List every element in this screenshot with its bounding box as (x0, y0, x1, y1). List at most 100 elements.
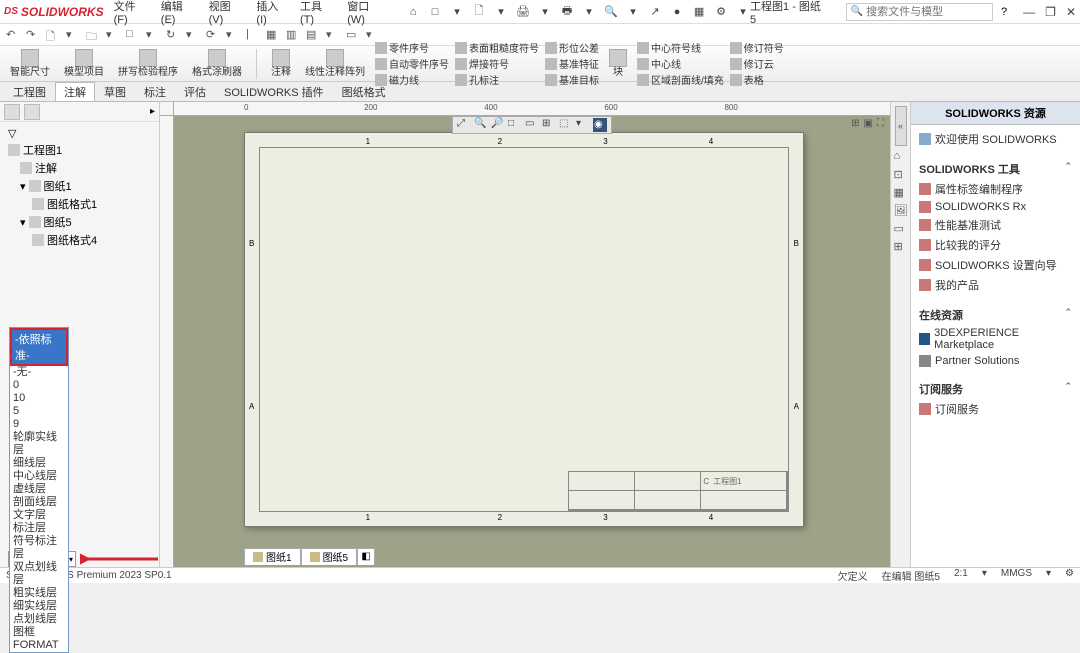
refresh-icon[interactable]: ⟳ (206, 28, 220, 42)
layer-option-0[interactable]: 0 (10, 379, 68, 392)
record-icon[interactable]: ● (670, 5, 684, 19)
help-icon[interactable]: ? (1001, 6, 1007, 18)
rebuild-icon[interactable]: ↻ (166, 28, 180, 42)
home-icon[interactable]: ⌂ (894, 150, 908, 164)
ribbon-revision-symbol[interactable]: 修订符号 (730, 40, 784, 55)
grid-icon[interactable]: ▦ (692, 5, 706, 19)
hide-icon[interactable]: ⬚ (559, 118, 573, 132)
redo-icon[interactable]: ↷ (26, 28, 40, 42)
subscription-heading[interactable]: 订阅服务⌃ (919, 377, 1072, 399)
layer-option-outline[interactable]: 轮廓实线层 (10, 431, 68, 457)
ribbon-datum-target[interactable]: 基准目标 (545, 72, 599, 87)
status-units[interactable]: MMGS (1001, 568, 1032, 583)
tool-benchmark[interactable]: 性能基准测试 (919, 215, 1072, 235)
dropdown-icon[interactable]: ▾ (226, 28, 240, 42)
add-sheet-button[interactable]: ◧ (357, 548, 375, 565)
ribbon-balloon[interactable]: 零件序号 (375, 40, 449, 55)
close-icon[interactable]: ✕ (1066, 5, 1076, 19)
apply-scene-icon[interactable]: ◉ (593, 118, 607, 132)
search-box[interactable]: 🔍 (846, 3, 993, 21)
menu-insert[interactable]: 插入(I) (256, 0, 288, 26)
dropdown-icon[interactable]: ▾ (494, 5, 508, 19)
tool-settings-wizard[interactable]: SOLIDWORKS 设置向导 (919, 255, 1072, 275)
zoom-area-icon[interactable]: □ (508, 118, 522, 132)
layer-option-dashdot[interactable]: 点划线层 (10, 613, 68, 626)
tree-root[interactable]: 工程图1 (4, 141, 155, 159)
tab-evaluate[interactable]: 评估 (175, 82, 215, 101)
menu-edit[interactable]: 编辑(E) (161, 0, 197, 26)
new-icon[interactable]: □ (428, 5, 442, 19)
tool-rx[interactable]: SOLIDWORKS Rx (919, 199, 1072, 215)
open-icon[interactable]: 🗀 (86, 28, 100, 42)
layer-option-format[interactable]: FORMAT (10, 639, 68, 652)
drawing-paper[interactable]: 1 2 3 4 1 2 3 4 B A B A (244, 132, 804, 527)
ribbon-weld-symbol[interactable]: 焊接符号 (455, 56, 539, 71)
ribbon-model-items[interactable]: 模型项目 (60, 49, 108, 78)
ribbon-linear-pattern[interactable]: 线性注释阵列 (301, 49, 369, 78)
ribbon-revision-cloud[interactable]: 修订云 (730, 56, 784, 71)
layer-option-thin-solid[interactable]: 细实线层 (10, 600, 68, 613)
layer-option-phantom[interactable]: 双点划线层 (10, 561, 68, 587)
dropdown-icon[interactable]: ▾ (736, 5, 750, 19)
status-scale[interactable]: 2:1 (954, 568, 968, 583)
display-icon[interactable]: ⊞ (542, 118, 556, 132)
tool-property-tab[interactable]: 属性标签编制程序 (919, 179, 1072, 199)
view-icon[interactable]: ▭ (525, 118, 539, 132)
layer-option-thin[interactable]: 细线层 (10, 457, 68, 470)
ribbon-smart-dim[interactable]: 智能尺寸 (6, 49, 54, 78)
ribbon-format-painter[interactable]: 格式涂刷器 (188, 49, 246, 78)
resources-icon[interactable]: ⊡ (894, 168, 908, 182)
select-icon[interactable]: □ (126, 28, 140, 42)
arrow-icon[interactable]: ↗ (648, 5, 662, 19)
view-icon[interactable]: ▦ (266, 28, 280, 42)
ribbon-surface-finish[interactable]: 表面粗糙度符号 (455, 40, 539, 55)
zoom-out-icon[interactable]: 🔎 (491, 118, 505, 132)
save-icon[interactable]: 🖨 (516, 5, 530, 19)
layer-option-center[interactable]: 中心线层 (10, 470, 68, 483)
maximize-icon[interactable]: ❐ (1045, 5, 1056, 19)
online-heading[interactable]: 在线资源⌃ (919, 303, 1072, 325)
print-icon[interactable]: 🖶 (560, 5, 574, 19)
tools-heading[interactable]: SOLIDWORKS 工具⌃ (919, 157, 1072, 179)
rect-icon[interactable]: ▭ (346, 28, 360, 42)
view-palette-icon[interactable]: ▭ (894, 222, 908, 236)
undo-icon[interactable]: ↶ (6, 28, 20, 42)
view3-icon[interactable]: ▤ (306, 28, 320, 42)
tree-more-icon[interactable]: ▸ (150, 106, 155, 117)
collapse-taskpane-button[interactable]: « (895, 106, 907, 146)
dropdown-icon[interactable]: ▾ (982, 568, 987, 583)
menu-window[interactable]: 窗口(W) (347, 0, 386, 26)
online-partner[interactable]: Partner Solutions (919, 353, 1072, 369)
ribbon-auto-balloon[interactable]: 自动零件序号 (375, 56, 449, 71)
dropdown-icon[interactable]: ▾ (576, 118, 590, 132)
subscription-service[interactable]: 订阅服务 (919, 399, 1072, 419)
layer-option-10[interactable]: 10 (10, 392, 68, 405)
tab-annotation[interactable]: 注解 (55, 82, 95, 101)
max-icon[interactable]: ▣ (864, 118, 873, 129)
search-input[interactable] (866, 6, 988, 18)
tab-drawing[interactable]: 工程图 (4, 82, 55, 101)
tree-sheet5[interactable]: ▾图纸5 (4, 213, 155, 231)
ribbon-gtol[interactable]: 形位公差 (545, 40, 599, 55)
layer-dropdown-popup[interactable]: -依照标准- -无- 0 10 5 9 轮廓实线层 细线层 中心线层 虚线层 剖… (9, 327, 69, 653)
open-icon[interactable]: 🗋 (472, 5, 486, 19)
window-icon[interactable]: ⊞ (851, 118, 859, 129)
tree-annotations[interactable]: 注解 (4, 159, 155, 177)
dropdown-icon[interactable]: ▾ (66, 28, 80, 42)
tree-sheet1[interactable]: ▾图纸1 (4, 177, 155, 195)
tree-sheetformat1[interactable]: 图纸格式1 (4, 195, 155, 213)
zoom-in-icon[interactable]: 🔍 (474, 118, 488, 132)
layer-option-5[interactable]: 5 (10, 405, 68, 418)
dropdown-icon[interactable]: ▾ (538, 5, 552, 19)
zoom-fit-icon[interactable]: ⤢ (457, 118, 471, 132)
tab-sketch[interactable]: 草图 (95, 82, 135, 101)
new-doc-icon[interactable]: 🗋 (46, 28, 60, 42)
online-3dexp[interactable]: 3DEXPERIENCE Marketplace (919, 325, 1072, 353)
menu-view[interactable]: 视图(V) (209, 0, 245, 26)
dropdown-icon[interactable]: ▾ (1046, 568, 1051, 583)
layer-option-hidden[interactable]: 虚线层 (10, 483, 68, 496)
dropdown-icon[interactable]: ▾ (450, 5, 464, 19)
tree-sheetformat4[interactable]: 图纸格式4 (4, 231, 155, 249)
tool-my-products[interactable]: 我的产品 (919, 275, 1072, 295)
layer-option-symbol[interactable]: 符号标注层 (10, 535, 68, 561)
